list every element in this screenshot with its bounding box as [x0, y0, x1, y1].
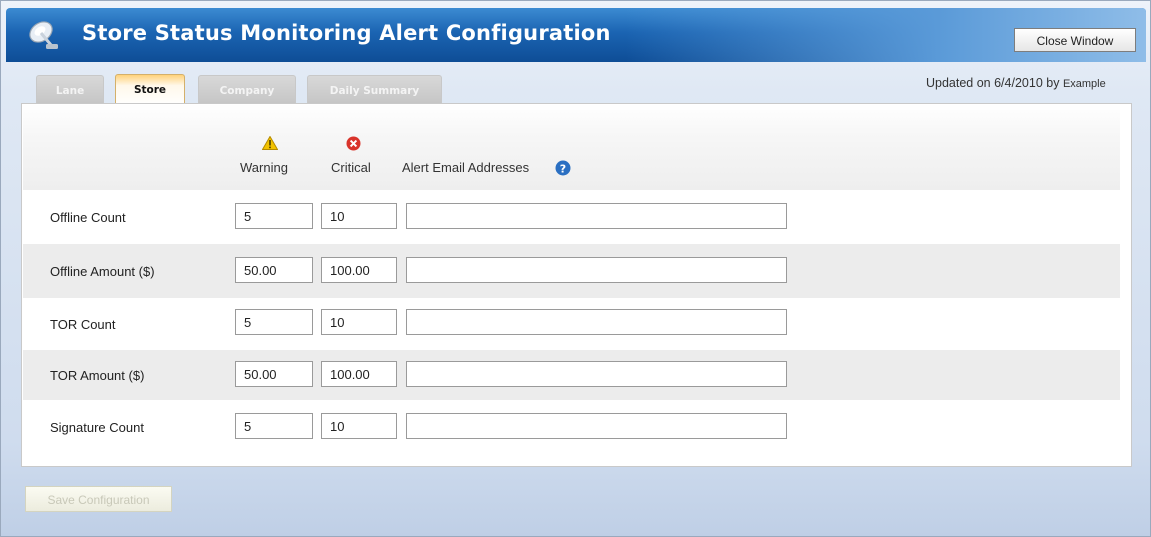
row-label: Offline Amount ($): [50, 264, 155, 279]
tab-store[interactable]: Store: [115, 74, 185, 105]
warning-triangle-icon: [262, 136, 278, 150]
updated-info: Updated on 6/4/2010 by Example: [926, 76, 1106, 90]
warning-column-header: Warning: [240, 160, 288, 175]
warning-input[interactable]: [235, 361, 313, 387]
table-row: Offline Amount ($): [23, 244, 1120, 298]
row-label: Offline Count: [50, 210, 126, 225]
alert-config-window: Store Status Monitoring Alert Configurat…: [0, 0, 1151, 537]
email-input[interactable]: [406, 309, 787, 335]
critical-input[interactable]: [321, 413, 397, 439]
table-row: Offline Count: [23, 190, 1120, 244]
tab-lane[interactable]: Lane: [36, 75, 104, 103]
column-header-row: Warning Critical Alert Email Addresses ?: [23, 104, 1120, 190]
table-row: TOR Count: [23, 298, 1120, 350]
email-input[interactable]: [406, 413, 787, 439]
save-configuration-button[interactable]: Save Configuration: [25, 486, 172, 512]
window-title: Store Status Monitoring Alert Configurat…: [82, 21, 611, 45]
warning-input[interactable]: [235, 257, 313, 283]
warning-input[interactable]: [235, 309, 313, 335]
tab-company[interactable]: Company: [198, 75, 296, 103]
store-config-panel: Warning Critical Alert Email Addresses ?…: [21, 103, 1132, 467]
critical-input[interactable]: [321, 203, 397, 229]
warning-input[interactable]: [235, 203, 313, 229]
critical-input[interactable]: [321, 361, 397, 387]
close-window-button[interactable]: Close Window: [1014, 28, 1136, 52]
email-input[interactable]: [406, 361, 787, 387]
updated-user: Example: [1062, 78, 1106, 90]
updated-text: Updated on 6/4/2010 by: [926, 76, 1060, 90]
table-row: Signature Count: [23, 400, 1120, 458]
title-bar: Store Status Monitoring Alert Configurat…: [6, 8, 1146, 62]
email-input[interactable]: [406, 257, 787, 283]
satellite-dish-icon: [29, 21, 58, 49]
critical-input[interactable]: [321, 257, 397, 283]
email-input[interactable]: [406, 203, 787, 229]
critical-column-header: Critical: [331, 160, 371, 175]
table-row: TOR Amount ($): [23, 350, 1120, 400]
row-label: Signature Count: [50, 420, 144, 435]
critical-input[interactable]: [321, 309, 397, 335]
help-question-icon[interactable]: ?: [555, 160, 571, 176]
warning-input[interactable]: [235, 413, 313, 439]
email-column-header: Alert Email Addresses: [402, 160, 530, 175]
tab-daily-summary[interactable]: Daily Summary: [307, 75, 442, 103]
row-label: TOR Amount ($): [50, 368, 145, 383]
critical-x-icon: [346, 136, 361, 151]
row-label: TOR Count: [50, 317, 116, 332]
svg-text:?: ?: [560, 163, 566, 176]
